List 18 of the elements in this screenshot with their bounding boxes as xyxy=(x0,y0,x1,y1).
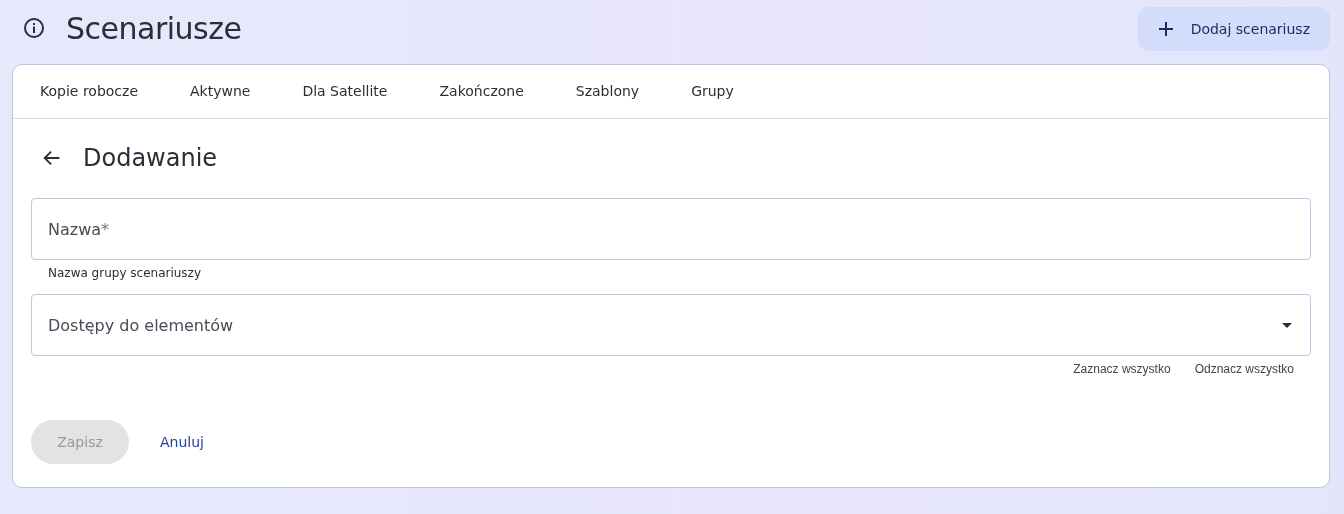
plus-icon xyxy=(1157,21,1174,37)
tab[interactable]: Zakończone xyxy=(413,65,550,118)
tab[interactable]: Dla Satellite xyxy=(276,65,414,118)
tab[interactable]: Aktywne xyxy=(164,65,277,118)
select-all-link[interactable]: Zaznacz wszystko xyxy=(1073,362,1171,376)
access-select[interactable]: Dostępy do elementów xyxy=(31,294,1311,356)
page-title: Scenariusze xyxy=(66,10,242,46)
tab[interactable]: Kopie robocze xyxy=(14,65,164,118)
tab[interactable]: Szablony xyxy=(549,65,666,118)
tab[interactable]: Grupy xyxy=(665,65,760,118)
cancel-link[interactable]: Anuluj xyxy=(160,434,204,450)
form-title: Dodawanie xyxy=(83,144,218,172)
deselect-all-link[interactable]: Odznacz wszystko xyxy=(1194,362,1294,376)
info-icon[interactable] xyxy=(22,16,46,40)
add-scenario-button[interactable]: Dodaj scenariusz xyxy=(1137,7,1330,51)
dropdown-caret-icon xyxy=(1282,322,1292,328)
name-field[interactable]: Nazwa* xyxy=(31,198,1311,260)
helper-text: Nazwa grupy scenariuszy xyxy=(47,265,203,280)
